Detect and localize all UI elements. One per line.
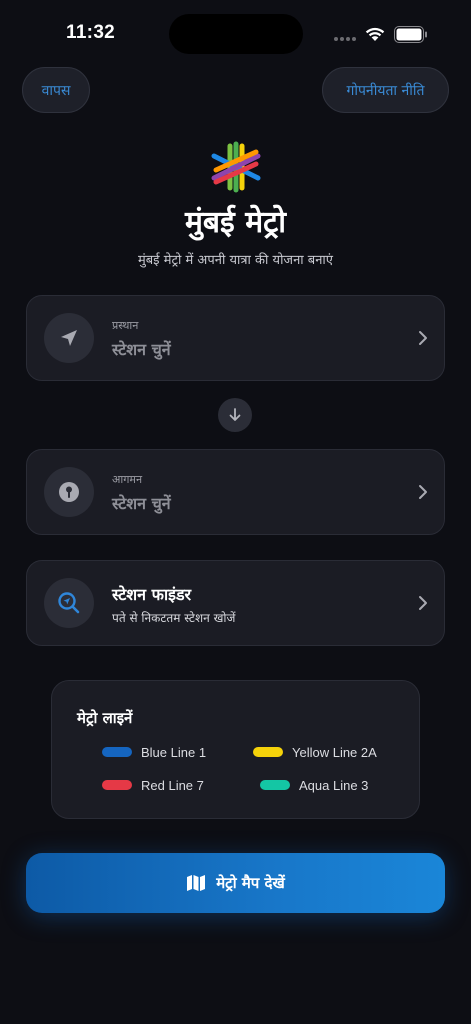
app-subtitle: मुंबई मेट्रो में अपनी यात्रा की योजना बन…	[137, 253, 333, 268]
legend-label: Red Line 7	[141, 777, 204, 793]
battery-icon	[394, 26, 427, 43]
finder-icon-wrap	[44, 578, 94, 628]
arrival-icon-wrap	[44, 467, 94, 517]
line-swatch	[253, 747, 283, 757]
line-swatch	[260, 780, 290, 790]
screen: 11:32 वापस गोपनीयता नीति मुंबई मेट्रो मु…	[0, 0, 471, 1024]
chevron-right-icon	[419, 331, 427, 345]
legend-label: Blue Line 1	[141, 744, 207, 760]
back-button[interactable]: वापस	[22, 67, 90, 113]
legend-item-yellow-line-2a: Yellow Line 2A	[253, 744, 377, 760]
finder-title: स्टेशन फाइंडर	[112, 585, 192, 604]
metro-logo-icon	[211, 141, 261, 193]
station-finder-card[interactable]: स्टेशन फाइंडर पते से निकटतम स्टेशन खोजें	[26, 560, 445, 646]
swap-stations-button[interactable]	[218, 398, 252, 432]
arrival-label: आगमन	[112, 473, 143, 486]
map-icon	[187, 875, 206, 891]
legend-item-red-line-7: Red Line 7	[102, 777, 204, 793]
departure-placeholder: स्टेशन चुनें	[112, 340, 171, 359]
departure-station-selector[interactable]: प्रस्थान स्टेशन चुनें	[26, 295, 445, 381]
wifi-icon	[365, 27, 385, 41]
legend-label: Aqua Line 3	[299, 777, 369, 793]
navigation-arrow-icon	[61, 330, 77, 346]
metro-lines-title: मेट्रो लाइनें	[77, 709, 133, 727]
view-metro-map-button[interactable]: मेट्रो मैप देखें	[26, 853, 445, 913]
finder-description: पते से निकटतम स्टेशन खोजें	[112, 611, 236, 625]
arrival-placeholder: स्टेशन चुनें	[112, 494, 171, 513]
search-location-icon	[58, 592, 80, 614]
metro-lines-legend: मेट्रो लाइनें Blue Line 1 Yellow Line 2A…	[51, 680, 420, 819]
status-bar: 11:32	[0, 0, 471, 60]
dynamic-island	[169, 14, 303, 54]
legend-label: Yellow Line 2A	[292, 744, 377, 760]
legend-item-blue-line-1: Blue Line 1	[102, 744, 206, 760]
arrow-down-icon	[229, 408, 241, 421]
line-swatch	[102, 780, 132, 790]
app-title: मुंबई मेट्रो	[184, 205, 287, 240]
line-swatch	[102, 747, 132, 757]
chevron-right-icon	[419, 596, 427, 610]
privacy-policy-button[interactable]: गोपनीयता नीति	[322, 67, 449, 113]
arrival-station-selector[interactable]: आगमन स्टेशन चुनें	[26, 449, 445, 535]
location-pin-icon	[59, 482, 79, 502]
status-time: 11:32	[66, 22, 116, 43]
chevron-right-icon	[419, 485, 427, 499]
legend-item-aqua-line-3: Aqua Line 3	[260, 777, 368, 793]
departure-icon-wrap	[44, 313, 94, 363]
departure-label: प्रस्थान	[112, 319, 139, 332]
signal-icon	[334, 37, 358, 43]
map-button-label: मेट्रो मैप देखें	[216, 874, 285, 892]
